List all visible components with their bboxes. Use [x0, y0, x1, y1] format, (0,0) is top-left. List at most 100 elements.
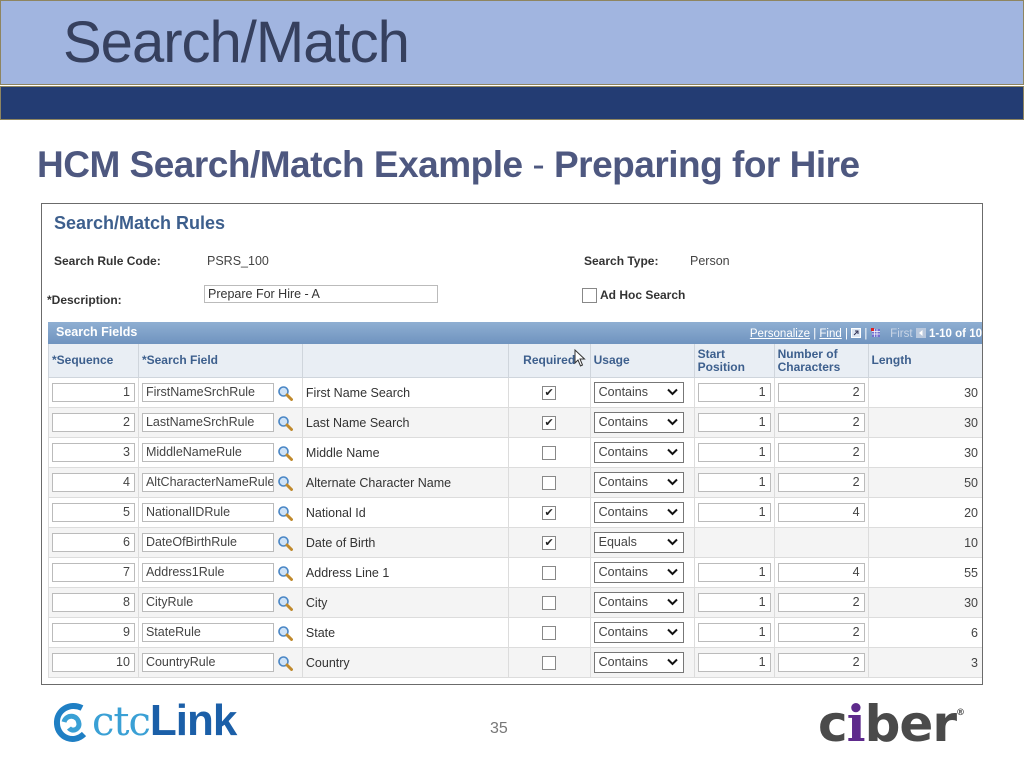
number-of-characters-cell: 4: [773, 557, 869, 588]
start-position-input[interactable]: 1: [697, 503, 771, 522]
required-checkbox[interactable]: [542, 445, 557, 460]
previous-arrow-icon[interactable]: [915, 328, 926, 338]
usage-cell: Contains: [589, 467, 695, 498]
start-position-cell: 1: [693, 497, 775, 528]
number-of-characters-input[interactable]: 2: [777, 593, 865, 612]
lookup-magnifier-icon[interactable]: [277, 655, 293, 671]
adhoc-search-checkbox[interactable]: [582, 288, 597, 303]
download-grid-icon[interactable]: [870, 328, 881, 338]
sequence-input[interactable]: 5: [52, 503, 135, 522]
sequence-input[interactable]: 3: [52, 443, 135, 462]
search-field-input[interactable]: AltCharacterNameRule: [141, 473, 274, 492]
first-link[interactable]: First: [890, 328, 912, 340]
usage-select[interactable]: Contains: [593, 382, 684, 403]
search-field-input[interactable]: StateRule: [141, 623, 274, 642]
table-row: 2 LastNameSrchRule Last Name Search ✔ Contai…: [48, 407, 982, 438]
start-position-input[interactable]: 1: [697, 443, 771, 462]
sequence-input[interactable]: 7: [52, 563, 135, 582]
start-position-input[interactable]: 1: [697, 473, 771, 492]
required-checkbox[interactable]: [542, 475, 557, 490]
length-value: 6: [867, 617, 982, 648]
usage-select[interactable]: Contains: [593, 592, 684, 613]
sequence-input[interactable]: 9: [52, 623, 135, 642]
number-of-characters-input[interactable]: 2: [777, 413, 865, 432]
required-checkbox[interactable]: ✔: [542, 415, 557, 430]
header-length[interactable]: Length: [867, 344, 982, 378]
header-search-field[interactable]: *Search Field: [137, 344, 303, 378]
start-position-input[interactable]: 1: [697, 653, 771, 672]
start-position-input[interactable]: 1: [697, 623, 771, 642]
adhoc-search-label: Ad Hoc Search: [600, 288, 686, 302]
number-of-characters-input[interactable]: 2: [777, 383, 865, 402]
number-of-characters-input[interactable]: 2: [777, 653, 865, 672]
search-field-input[interactable]: CountryRule: [141, 653, 274, 672]
required-checkbox[interactable]: ✔: [542, 535, 557, 550]
required-checkbox[interactable]: [542, 625, 557, 640]
number-of-characters-input[interactable]: 2: [777, 443, 865, 462]
lookup-magnifier-icon[interactable]: [277, 475, 293, 491]
view-all-icon[interactable]: [851, 328, 862, 338]
search-field-input[interactable]: DateOfBirthRule: [141, 533, 274, 552]
sequence-input[interactable]: 6: [52, 533, 135, 552]
search-type-label: Search Type:: [584, 254, 659, 268]
required-checkbox[interactable]: [542, 655, 557, 670]
sequence-input[interactable]: 4: [52, 473, 135, 492]
lookup-magnifier-icon[interactable]: [277, 415, 293, 431]
personalize-link[interactable]: Personalize: [750, 328, 810, 340]
usage-cell: Contains: [589, 407, 695, 438]
search-field-input[interactable]: Address1Rule: [141, 563, 274, 582]
lookup-magnifier-icon[interactable]: [277, 535, 293, 551]
slide-subtitle: HCM Search/Match Example - Preparing for…: [37, 144, 860, 186]
header-start-position[interactable]: Start Position: [693, 344, 775, 378]
number-of-characters-input[interactable]: 2: [777, 473, 865, 492]
start-position-input[interactable]: 1: [697, 383, 771, 402]
start-position-input[interactable]: 1: [697, 413, 771, 432]
search-field-input[interactable]: LastNameSrchRule: [141, 413, 274, 432]
sequence-input[interactable]: 8: [52, 593, 135, 612]
chevron-down-icon: [666, 658, 678, 666]
header-number-of-characters[interactable]: Number of Characters: [773, 344, 869, 378]
usage-select[interactable]: Contains: [593, 502, 684, 523]
lookup-magnifier-icon[interactable]: [277, 505, 293, 521]
search-field-input[interactable]: NationalIDRule: [141, 503, 274, 522]
sequence-input[interactable]: 10: [52, 653, 135, 672]
usage-select[interactable]: Contains: [593, 562, 684, 583]
header-usage[interactable]: Usage: [589, 344, 695, 378]
lookup-magnifier-icon[interactable]: [277, 445, 293, 461]
usage-select[interactable]: Contains: [593, 412, 684, 433]
required-checkbox[interactable]: ✔: [542, 505, 557, 520]
search-field-input[interactable]: MiddleNameRule: [141, 443, 274, 462]
start-position-input[interactable]: 1: [697, 593, 771, 612]
usage-select[interactable]: Equals: [593, 532, 684, 553]
grid-navigation: Personalize | Find | | First 1-10 of 10: [750, 328, 982, 340]
header-sequence[interactable]: *Sequence: [48, 344, 139, 378]
table-row: 1 FirstNameSrchRule First Name Search ✔ Cont…: [48, 377, 982, 408]
usage-select[interactable]: Contains: [593, 652, 684, 673]
number-of-characters-input[interactable]: 2: [777, 623, 865, 642]
required-checkbox[interactable]: ✔: [542, 385, 557, 400]
start-position-input[interactable]: 1: [697, 563, 771, 582]
field-description: National Id: [301, 497, 509, 528]
required-checkbox[interactable]: [542, 595, 557, 610]
number-of-characters-cell: 2: [773, 587, 869, 618]
description-input[interactable]: Prepare For Hire - A: [204, 285, 438, 303]
lookup-magnifier-icon[interactable]: [277, 595, 293, 611]
number-of-characters-input[interactable]: 4: [777, 563, 865, 582]
chevron-down-icon: [666, 538, 678, 546]
lookup-magnifier-icon[interactable]: [277, 385, 293, 401]
table-row: 4 AltCharacterNameRule Alternate Character…: [48, 467, 982, 498]
search-field-input[interactable]: FirstNameSrchRule: [141, 383, 274, 402]
usage-select[interactable]: Contains: [593, 442, 684, 463]
sequence-input[interactable]: 2: [52, 413, 135, 432]
usage-select[interactable]: Contains: [593, 622, 684, 643]
search-field-input[interactable]: CityRule: [141, 593, 274, 612]
lookup-magnifier-icon[interactable]: [277, 625, 293, 641]
find-link[interactable]: Find: [819, 328, 841, 340]
row-count: 1-10 of 10: [928, 328, 982, 340]
number-of-characters-input[interactable]: 4: [777, 503, 865, 522]
number-of-characters-cell: [773, 527, 869, 558]
usage-select[interactable]: Contains: [593, 472, 684, 493]
lookup-magnifier-icon[interactable]: [277, 565, 293, 581]
required-checkbox[interactable]: [542, 565, 557, 580]
sequence-input[interactable]: 1: [52, 383, 135, 402]
